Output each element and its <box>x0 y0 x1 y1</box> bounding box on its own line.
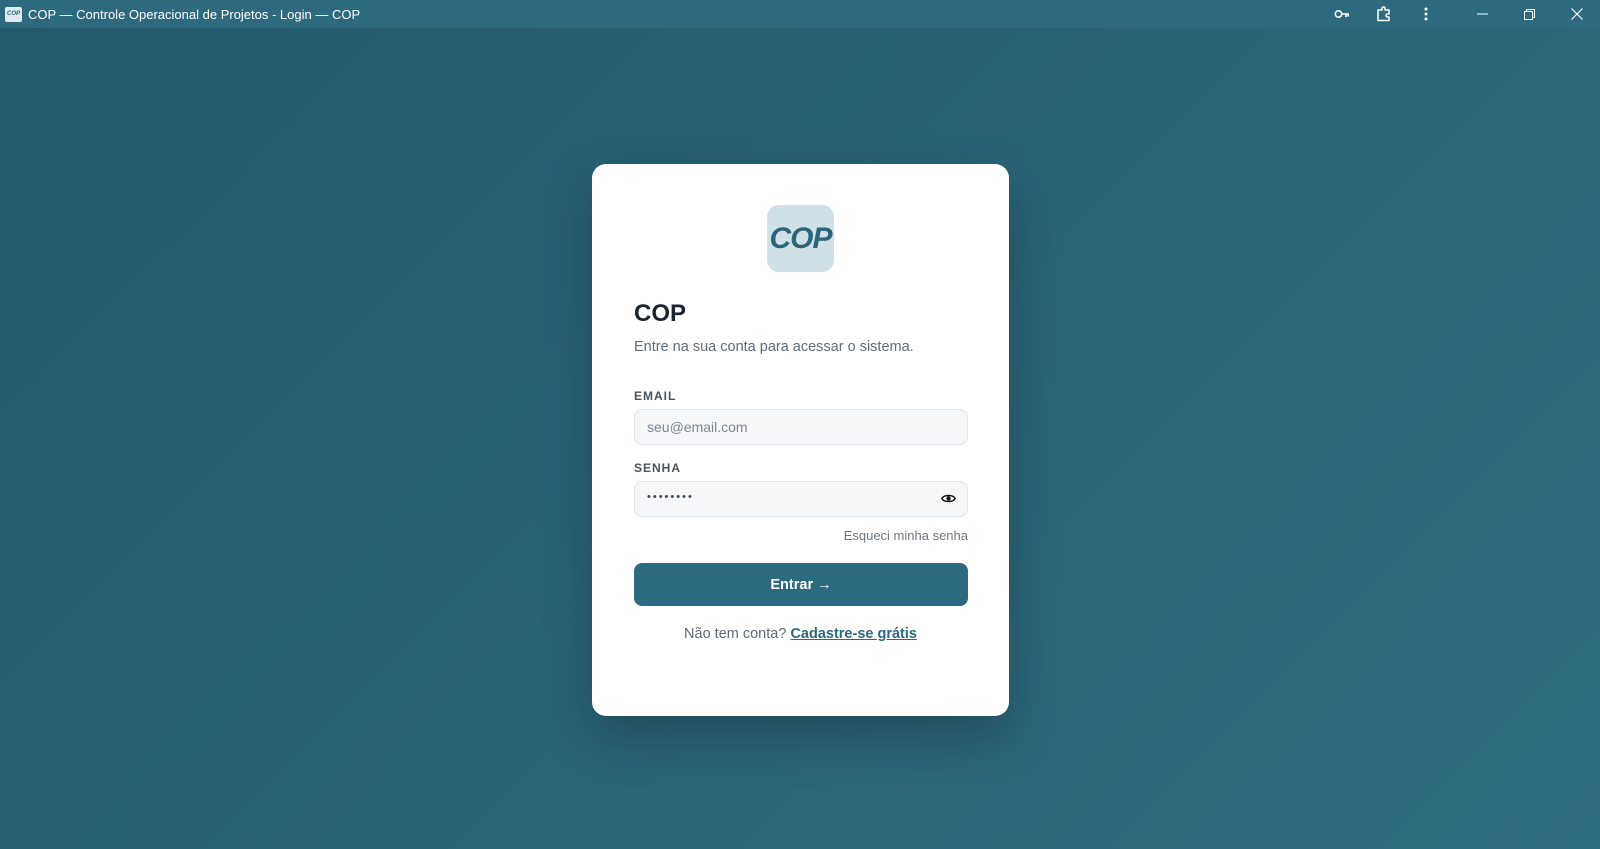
password-label: SENHA <box>634 461 682 475</box>
app-icon: COP <box>5 6 22 22</box>
signup-prompt: Não tem conta? <box>684 626 791 642</box>
page-title: COP <box>634 300 687 327</box>
window-titlebar: COP COP — Controle Operacional de Projet… <box>0 0 1600 28</box>
close-icon[interactable] <box>1553 0 1600 28</box>
login-card: COP COP Entre na sua conta para acessar … <box>592 164 1009 716</box>
forgot-password-link[interactable]: Esqueci minha senha <box>844 528 968 543</box>
page-subtitle: Entre na sua conta para acessar o sistem… <box>634 339 914 355</box>
key-icon[interactable] <box>1321 0 1363 28</box>
window-title: COP — Controle Operacional de Projetos -… <box>28 6 361 22</box>
more-vert-icon[interactable] <box>1405 0 1447 28</box>
login-button[interactable]: Entrar → <box>634 563 968 606</box>
cop-logo: COP <box>767 205 834 272</box>
email-field[interactable] <box>634 409 968 445</box>
eye-icon[interactable] <box>940 491 956 505</box>
signup-link[interactable]: Cadastre-se grátis <box>790 626 917 642</box>
minimize-icon[interactable] <box>1459 0 1506 28</box>
restore-icon[interactable] <box>1506 0 1553 28</box>
extensions-icon[interactable] <box>1363 0 1405 28</box>
signup-row: Não tem conta? Cadastre-se grátis <box>592 626 1009 642</box>
password-masked-value: •••••••• <box>647 491 694 503</box>
window-controls <box>1321 0 1600 28</box>
email-label: EMAIL <box>634 389 677 403</box>
